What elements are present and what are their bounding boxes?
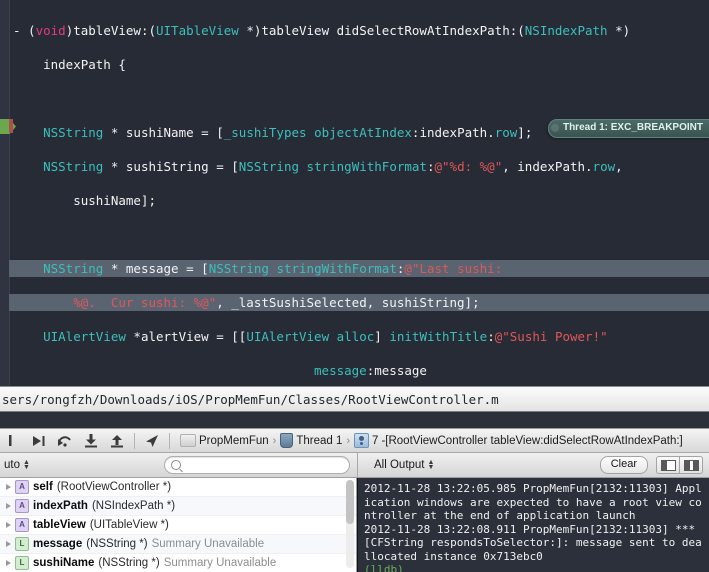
breakpoint-message-badge[interactable]: Thread 1: EXC_BREAKPOINT xyxy=(547,119,709,138)
variable-name: message xyxy=(33,538,83,550)
toolbar-divider xyxy=(134,432,135,449)
variables-search-input[interactable] xyxy=(164,456,350,474)
step-over-button[interactable] xyxy=(52,428,78,453)
variable-row[interactable]: L message (NSString *) Summary Unavailab… xyxy=(0,535,356,554)
breadcrumb-thread-label: Thread 1 xyxy=(296,434,343,447)
variables-view[interactable]: A self (RootViewController *) A indexPat… xyxy=(0,478,356,572)
simulate-location-button[interactable] xyxy=(139,428,165,453)
variable-name: indexPath xyxy=(33,500,88,512)
editor-bottom-strip xyxy=(0,412,709,428)
breadcrumb-project-label: PropMemFun xyxy=(199,434,269,447)
variable-row[interactable]: L sushiName (NSString *) Summary Unavail… xyxy=(0,554,356,572)
variable-name: tableView xyxy=(33,519,86,531)
thread-icon xyxy=(280,433,294,448)
variable-type: (UITableView *) xyxy=(89,519,169,531)
variable-summary: Summary Unavailable xyxy=(163,557,277,569)
continue-button[interactable] xyxy=(26,428,52,453)
source-editor[interactable]: - (void)tableView:(UITableView *)tableVi… xyxy=(0,0,709,386)
breadcrumb-project[interactable]: PropMemFun xyxy=(178,434,271,447)
disclosure-triangle-icon[interactable] xyxy=(6,522,11,528)
output-scope-label: All Output xyxy=(374,459,425,471)
step-out-button[interactable] xyxy=(104,428,130,453)
variable-scope-label: uto xyxy=(4,459,20,471)
breakpoint-marker-icon[interactable] xyxy=(9,119,13,133)
variable-scope-popup[interactable]: uto ▲ ▼ xyxy=(0,459,34,471)
variables-filter-section: uto ▲ ▼ xyxy=(0,453,356,477)
show-variables-pane-button[interactable] xyxy=(656,456,679,474)
code-line: message:message xyxy=(314,363,427,378)
scope-badge-argument: A xyxy=(15,499,29,513)
pause-button-partial[interactable] xyxy=(0,428,26,453)
disclosure-triangle-icon[interactable] xyxy=(6,560,11,566)
variable-type: (NSString *) xyxy=(98,557,160,569)
code-line: UIAlertView *alertView = [[UIAlertView a… xyxy=(43,329,608,344)
disclosure-triangle-icon[interactable] xyxy=(6,541,11,547)
scope-badge-local: L xyxy=(15,556,29,570)
variable-type: (NSString *) xyxy=(86,538,148,550)
scope-badge-argument: A xyxy=(15,480,29,494)
pane-both-icon xyxy=(683,459,699,471)
lldb-prompt: (lldb) xyxy=(364,563,404,572)
disclosure-triangle-icon[interactable] xyxy=(6,484,11,490)
debug-toolbar: PropMemFun › Thread 1 › 7 -[RootViewCont… xyxy=(0,428,709,453)
code-line-current: NSString * message = [NSString stringWit… xyxy=(9,260,709,277)
breadcrumb-separator-2: › xyxy=(346,434,351,447)
variable-row[interactable]: A self (RootViewController *) xyxy=(0,478,356,497)
disclosure-triangle-icon[interactable] xyxy=(6,503,11,509)
variable-name: self xyxy=(33,481,53,493)
debug-filter-bar: uto ▲ ▼ All Output ▲ ▼ Clear xyxy=(0,453,709,478)
console-output[interactable]: 2012-11-28 13:22:05.985 PropMemFun[2132:… xyxy=(357,478,709,572)
stack-frame-icon xyxy=(354,433,370,448)
console-text: 2012-11-28 13:22:05.985 PropMemFun[2132:… xyxy=(364,482,702,563)
code-line: - (void)tableView:(UITableView *)tableVi… xyxy=(13,23,631,38)
code-line: sushiName]; xyxy=(13,193,156,208)
step-into-button[interactable] xyxy=(78,428,104,453)
variable-row[interactable]: A tableView (UITableView *) xyxy=(0,516,356,535)
console-filter-section: All Output ▲ ▼ Clear xyxy=(357,453,709,477)
breadcrumb-frame[interactable]: 7 -[RootViewController tableView:didSele… xyxy=(352,433,685,448)
clear-console-button[interactable]: Clear xyxy=(599,456,648,474)
show-console-pane-button[interactable] xyxy=(679,456,703,474)
variable-name: sushiName xyxy=(33,557,95,569)
chevron-updown-icon-2: ▲ ▼ xyxy=(427,459,435,471)
file-path-bar[interactable]: sers/rongfzh/Downloads/iOS/PropMemFun/Cl… xyxy=(0,386,709,412)
variables-scrollbar[interactable] xyxy=(346,480,354,568)
output-scope-popup[interactable]: All Output ▲ ▼ xyxy=(370,459,438,471)
scope-badge-local: L xyxy=(15,537,29,551)
variable-row[interactable]: A indexPath (NSIndexPath *) xyxy=(0,497,356,516)
variable-type: (NSIndexPath *) xyxy=(91,500,176,512)
variable-summary: Summary Unavailable xyxy=(151,538,265,550)
breadcrumb-frame-number: 7 xyxy=(372,434,379,447)
search-icon xyxy=(171,460,181,470)
xcode-debug-window: - (void)tableView:(UITableView *)tableVi… xyxy=(0,0,709,572)
toolbar-divider-2 xyxy=(169,432,170,449)
scope-badge-argument: A xyxy=(15,518,29,532)
code-line: indexPath { xyxy=(13,57,126,72)
debug-breadcrumb: PropMemFun › Thread 1 › 7 -[RootViewCont… xyxy=(178,433,685,448)
variable-type: (RootViewController *) xyxy=(56,481,172,493)
code-line: NSString * sushiString = [NSString strin… xyxy=(43,159,623,174)
breadcrumb-thread[interactable]: Thread 1 xyxy=(278,433,344,448)
project-icon xyxy=(180,434,196,447)
source-code[interactable]: - (void)tableView:(UITableView *)tableVi… xyxy=(9,0,709,386)
code-line-current: %@. Cur sushi: %@", _lastSushiSelected, … xyxy=(9,294,709,311)
pane-left-icon xyxy=(660,459,676,471)
breadcrumb-separator: › xyxy=(272,434,277,447)
breadcrumb-frame-label: -[RootViewController tableView:didSelect… xyxy=(381,434,683,447)
chevron-updown-icon: ▲ ▼ xyxy=(23,459,30,471)
